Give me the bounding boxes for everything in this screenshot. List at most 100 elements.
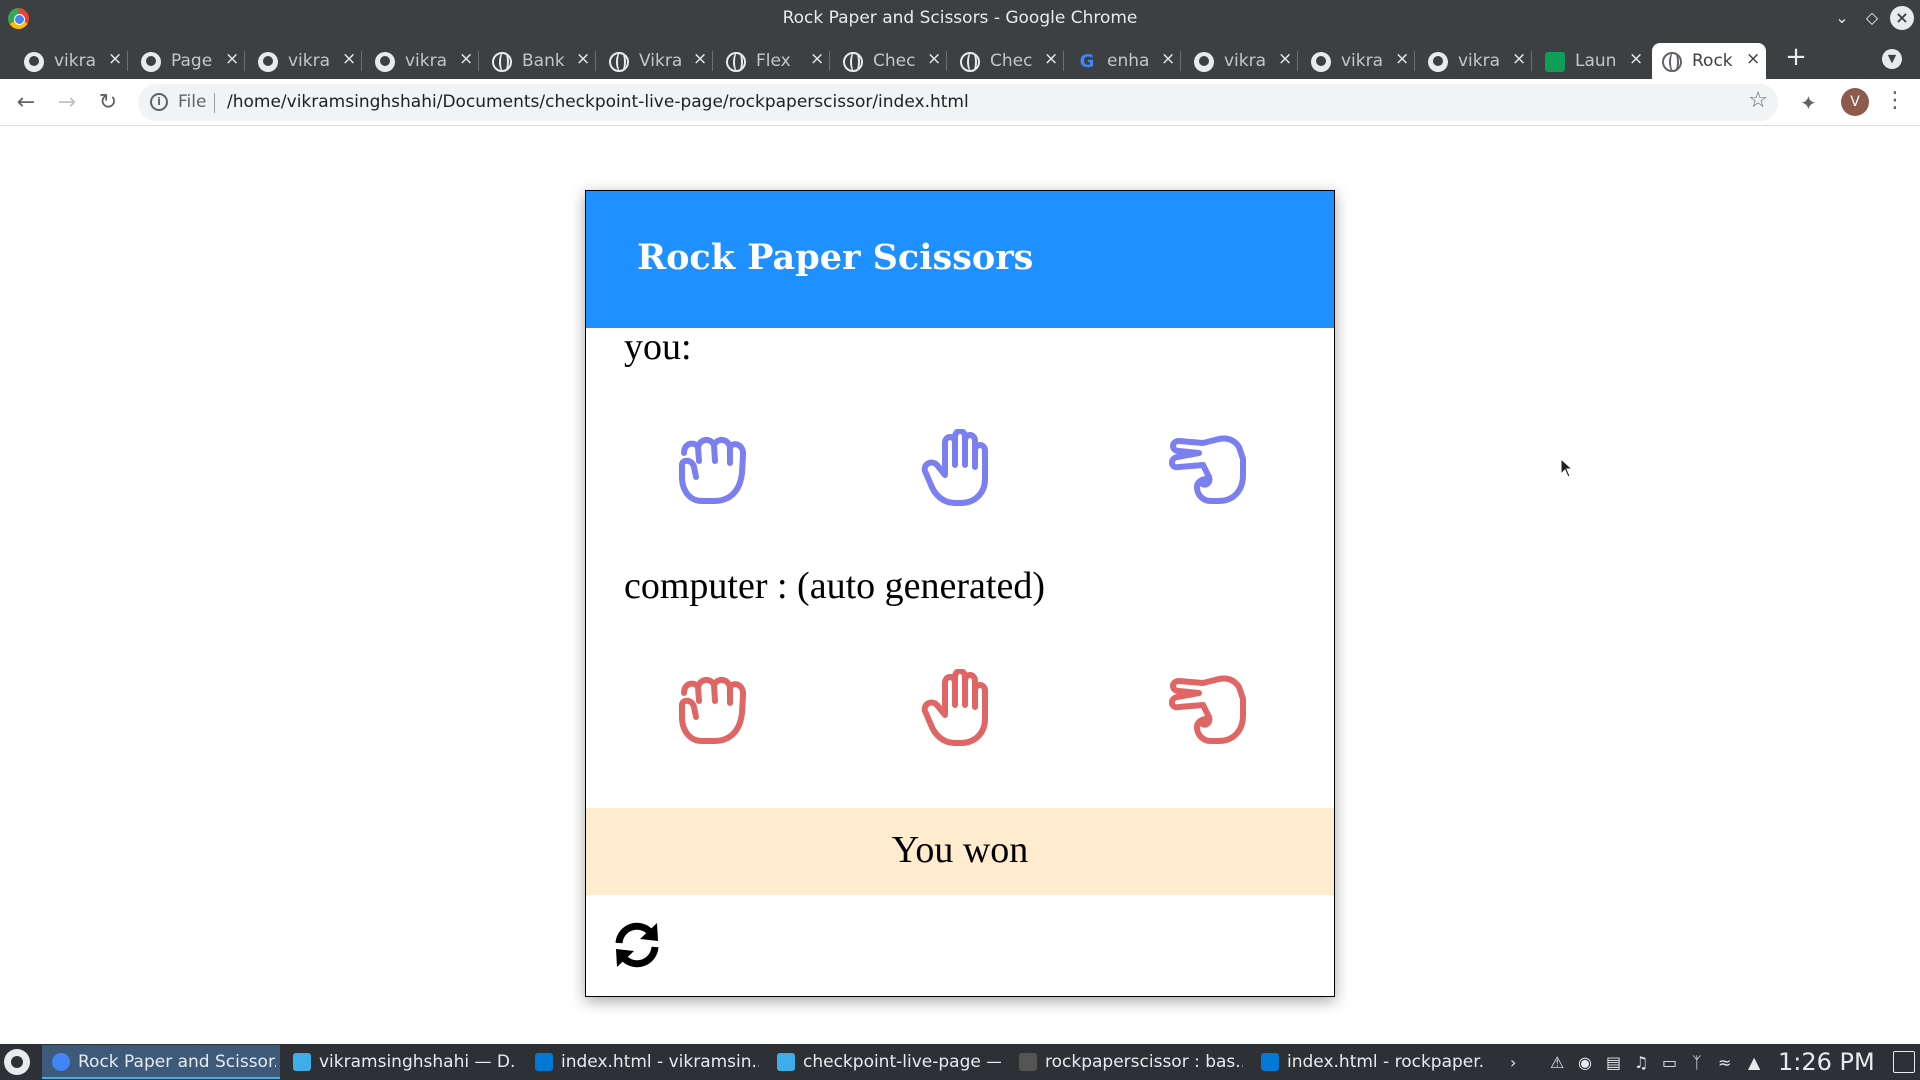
- tab-close-icon[interactable]: ×: [1395, 49, 1409, 69]
- tab-close-icon[interactable]: ×: [342, 49, 356, 69]
- github-icon: [1428, 52, 1448, 72]
- tab-close-icon[interactable]: ×: [927, 49, 941, 69]
- tab-close-icon[interactable]: ×: [225, 49, 239, 69]
- profile-avatar[interactable]: V: [1841, 88, 1869, 116]
- taskbar-item[interactable]: vikramsinghshahi — D...: [283, 1045, 521, 1079]
- game-card: Rock Paper Scissors you: computer : (aut…: [585, 190, 1335, 997]
- battery-icon[interactable]: ▭: [1662, 1053, 1677, 1072]
- maximize-icon[interactable]: ◇: [1860, 6, 1884, 30]
- computer-scissors: [1169, 669, 1249, 747]
- tab-close-icon[interactable]: ×: [1161, 49, 1175, 69]
- tab-close-icon[interactable]: ×: [1278, 49, 1292, 69]
- tab-close-icon[interactable]: ×: [1746, 49, 1760, 69]
- globe-icon: [609, 52, 629, 72]
- browser-tab[interactable]: Flex ×: [716, 43, 830, 79]
- browser-tab[interactable]: vikramsinghshahi ×: [365, 43, 479, 79]
- bookmark-star-icon[interactable]: ☆: [1748, 88, 1768, 113]
- forward-icon[interactable]: →: [51, 87, 83, 119]
- player-paper-button[interactable]: [921, 428, 1001, 507]
- tab-label: Checkpoint: [873, 51, 915, 71]
- taskbar-item[interactable]: index.html - rockpaper...: [1251, 1045, 1489, 1079]
- google-icon: G: [1079, 51, 1095, 72]
- taskbar-item[interactable]: index.html - vikramsin...: [525, 1045, 763, 1079]
- clock[interactable]: 1:26 PM: [1778, 1048, 1875, 1076]
- paper-icon: [921, 428, 988, 506]
- tab-label: vikramsinghshahi: [1458, 51, 1500, 71]
- browser-tab[interactable]: vikramsinghshahi ×: [248, 43, 362, 79]
- chrome-icon: [52, 1053, 70, 1071]
- folder-icon: [293, 1053, 311, 1071]
- tab-close-icon[interactable]: ×: [108, 49, 122, 69]
- tab-label: vikramsinghshahi: [1341, 51, 1383, 71]
- show-desktop-icon[interactable]: [1893, 1051, 1915, 1073]
- back-icon[interactable]: ←: [10, 87, 42, 119]
- close-window-icon[interactable]: ×: [1890, 6, 1914, 30]
- notifications-icon[interactable]: ⚠: [1550, 1053, 1564, 1072]
- wifi-icon[interactable]: ≈: [1718, 1053, 1731, 1072]
- extensions-puzzle-icon[interactable]: ✦: [1800, 91, 1817, 115]
- minimize-icon[interactable]: ⌄: [1830, 6, 1854, 30]
- taskbar-item-label: vikramsinghshahi — D...: [319, 1052, 517, 1072]
- reload-icon[interactable]: ↻: [92, 87, 124, 119]
- paper-icon: [921, 668, 988, 746]
- tab-label: Flex: [756, 51, 791, 71]
- browser-tab[interactable]: Bank ×: [482, 43, 596, 79]
- tab-label: Checkpoint: [990, 51, 1032, 71]
- taskbar-item-label: index.html - rockpaper...: [1287, 1052, 1485, 1072]
- tab-close-icon[interactable]: ×: [1512, 49, 1526, 69]
- globe-icon: [1662, 52, 1682, 72]
- tab-close-icon[interactable]: ×: [810, 49, 824, 69]
- tray-expand-icon[interactable]: ▲: [1748, 1053, 1760, 1072]
- address-bar[interactable]: i File /home/vikramsinghshahi/Documents/…: [138, 84, 1778, 121]
- terminal-tray-icon[interactable]: ›: [1510, 1053, 1516, 1072]
- refresh-icon: [615, 922, 659, 968]
- updates-icon[interactable]: ◉: [1578, 1053, 1592, 1072]
- tab-label: Bank: [522, 51, 564, 71]
- browser-tab-active[interactable]: Rock ×: [1652, 43, 1766, 79]
- tab-label: Launch: [1575, 51, 1617, 71]
- github-icon: [375, 52, 395, 72]
- window-titlebar: Rock Paper and Scissors - Google Chrome …: [0, 0, 1920, 37]
- clipboard-icon[interactable]: ▤: [1606, 1053, 1621, 1072]
- vscode-icon: [535, 1053, 553, 1071]
- new-tab-icon[interactable]: +: [1782, 44, 1810, 72]
- reset-button[interactable]: [611, 919, 663, 971]
- tab-close-icon[interactable]: ×: [1629, 49, 1643, 69]
- taskbar-item[interactable]: Rock Paper and Scissor...: [42, 1045, 280, 1079]
- rock-icon: [679, 437, 747, 504]
- player-label: you:: [624, 326, 692, 368]
- tab-label: Vikram: [639, 51, 681, 71]
- tab-search-icon[interactable]: ▼: [1882, 49, 1902, 69]
- browser-tab[interactable]: Checkpoint ×: [950, 43, 1064, 79]
- browser-tab[interactable]: vikramsinghshahi ×: [1418, 43, 1532, 79]
- taskbar-item[interactable]: rockpaperscissor : bas...: [1009, 1045, 1247, 1079]
- taskbar-item[interactable]: checkpoint-live-page —...: [767, 1045, 1005, 1079]
- browser-tab[interactable]: vikramsinghshahi ×: [14, 43, 128, 79]
- tab-close-icon[interactable]: ×: [576, 49, 590, 69]
- browser-tab[interactable]: vikramsinghshahi ×: [1301, 43, 1415, 79]
- browser-tab[interactable]: Vikram ×: [599, 43, 713, 79]
- tab-close-icon[interactable]: ×: [693, 49, 707, 69]
- scissors-icon: [1169, 675, 1246, 744]
- tab-close-icon[interactable]: ×: [1044, 49, 1058, 69]
- browser-tab[interactable]: Checkpoint ×: [833, 43, 947, 79]
- browser-tab[interactable]: Launch ×: [1535, 43, 1649, 79]
- computer-paper: [921, 668, 1001, 747]
- bluetooth-icon[interactable]: ᛉ: [1692, 1053, 1702, 1072]
- app-launcher-icon[interactable]: [4, 1049, 30, 1075]
- browser-tab[interactable]: Pages ×: [131, 43, 245, 79]
- player-rock-button[interactable]: [672, 429, 752, 507]
- window-title: Rock Paper and Scissors - Google Chrome: [782, 8, 1138, 28]
- result-banner: You won: [586, 808, 1334, 895]
- info-icon[interactable]: i: [150, 93, 168, 111]
- kebab-menu-icon[interactable]: ⋮: [1884, 88, 1906, 113]
- browser-tab[interactable]: Genhance ×: [1067, 43, 1181, 79]
- taskbar-item-label: checkpoint-live-page —...: [803, 1052, 1001, 1072]
- volume-icon[interactable]: ♫: [1634, 1053, 1648, 1072]
- browser-tab[interactable]: vikramsinghshahi ×: [1184, 43, 1298, 79]
- tab-strip: vikramsinghshahi × Pages × vikramsinghshah…: [0, 37, 1920, 79]
- globe-icon: [843, 52, 863, 72]
- url-text[interactable]: /home/vikramsinghshahi/Documents/checkpo…: [227, 92, 969, 112]
- tab-close-icon[interactable]: ×: [459, 49, 473, 69]
- player-scissors-button[interactable]: [1169, 429, 1249, 507]
